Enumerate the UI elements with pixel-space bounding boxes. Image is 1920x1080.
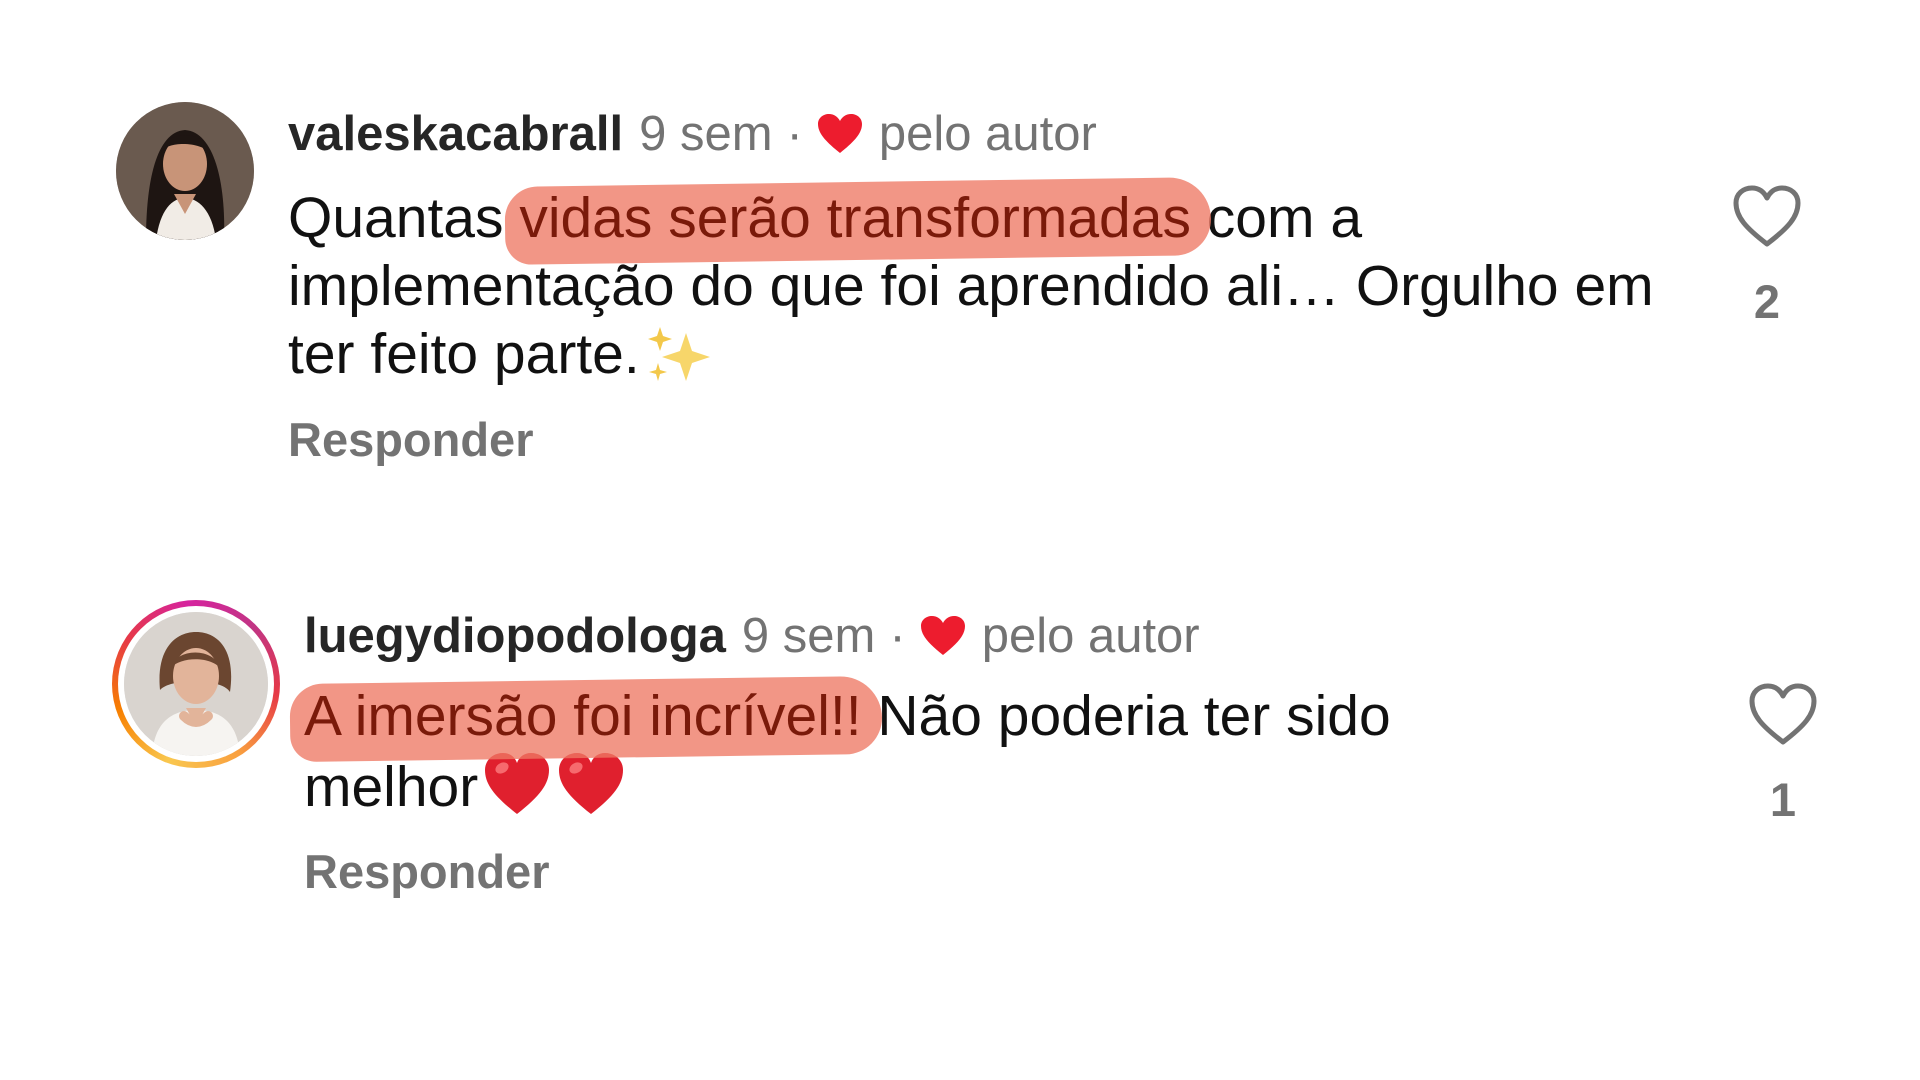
- comment-time: 9 sem: [741, 609, 876, 663]
- separator: ·: [786, 107, 803, 161]
- comment-text: Quantas vidas serão transformadas com a …: [288, 184, 1678, 388]
- avatar-photo: [124, 612, 268, 756]
- like-count: 2: [1753, 275, 1781, 328]
- heart-outline-icon[interactable]: [1732, 184, 1802, 248]
- avatar[interactable]: [116, 102, 254, 240]
- comment-text: A imersão foi incrível!! Não poderia ter…: [304, 682, 1504, 821]
- like-count: 1: [1769, 773, 1797, 826]
- liked-by-author-label: pelo autor: [981, 609, 1200, 663]
- story-ring[interactable]: [112, 600, 280, 768]
- comments-list: valeskacabrall 9 sem · pelo autor Quanta…: [0, 0, 1920, 1080]
- heart-outline-icon[interactable]: [1748, 682, 1818, 746]
- highlighted-text: A imersão foi incrível!!: [304, 684, 862, 748]
- red-heart-emoji: [485, 753, 550, 814]
- red-heart-icon: [817, 114, 862, 153]
- highlighted-text: vidas serão transformadas: [519, 186, 1191, 250]
- reply-button[interactable]: Responder: [288, 412, 534, 468]
- username[interactable]: valeskacabrall: [288, 104, 623, 164]
- comment-time: 9 sem: [639, 107, 773, 161]
- comment-text-start: Quantas: [288, 186, 520, 250]
- liked-by-author-label: pelo autor: [878, 107, 1097, 161]
- red-heart-emoji: [559, 753, 624, 814]
- comment-meta: valeskacabrall 9 sem · pelo autor: [288, 104, 1097, 164]
- like-column: 2: [1722, 184, 1812, 329]
- red-heart-icon: [920, 616, 965, 655]
- username[interactable]: luegydiopodologa: [304, 606, 726, 666]
- avatar-photo: [116, 102, 254, 240]
- comment-meta: luegydiopodologa 9 sem · pelo autor: [304, 606, 1200, 666]
- reply-button[interactable]: Responder: [304, 844, 550, 900]
- separator: ·: [889, 609, 906, 663]
- sparkles-emoji: [647, 327, 710, 381]
- like-column: 1: [1738, 682, 1828, 827]
